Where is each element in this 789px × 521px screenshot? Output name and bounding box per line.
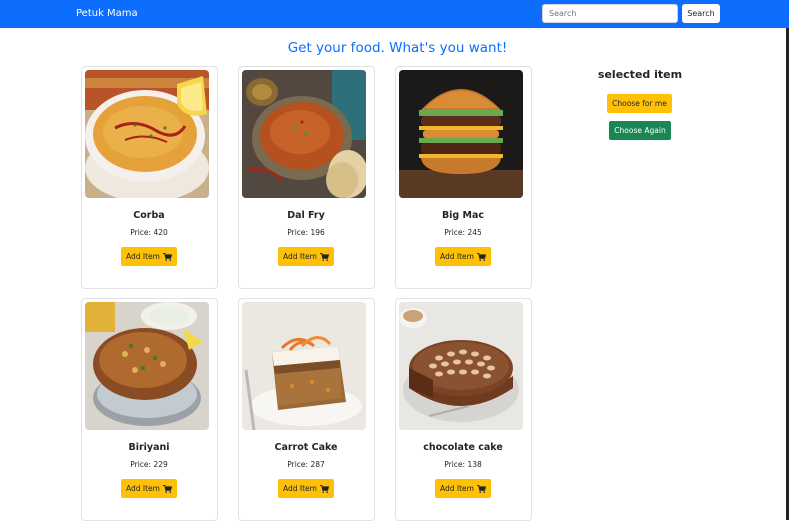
add-item-label: Add Item: [283, 252, 317, 261]
brand-link[interactable]: Petuk Mama: [76, 8, 138, 19]
food-name: Big Mac: [441, 210, 485, 221]
food-image: [242, 70, 366, 198]
add-item-button[interactable]: Add Item: [278, 247, 334, 266]
food-price: Price: 138: [444, 460, 482, 469]
choose-for-me-button[interactable]: Choose for me: [607, 94, 672, 113]
add-item-button[interactable]: Add Item: [121, 479, 177, 498]
food-card: chocolate cake Price: 138 Add Item: [395, 298, 532, 521]
food-card: Big Mac Price: 245 Add Item: [395, 66, 532, 289]
food-image: [85, 302, 209, 430]
food-card: Carrot Cake Price: 287 Add Item: [238, 298, 375, 521]
add-item-button[interactable]: Add Item: [435, 479, 491, 498]
add-item-label: Add Item: [126, 484, 160, 493]
food-price: Price: 196: [287, 228, 325, 237]
food-name: Carrot Cake: [274, 442, 338, 453]
food-price: Price: 245: [444, 228, 482, 237]
search-input[interactable]: [542, 4, 678, 23]
add-item-label: Add Item: [440, 252, 474, 261]
selected-item-title: selected item: [597, 68, 683, 81]
navbar: Petuk Mama Search: [0, 0, 789, 28]
food-card: Dal Fry Price: 196 Add Item: [238, 66, 375, 289]
cart-icon: [163, 484, 172, 493]
cart-icon: [320, 484, 329, 493]
food-price: Price: 229: [130, 460, 168, 469]
food-name: Biriyani: [128, 442, 170, 453]
add-item-label: Add Item: [126, 252, 160, 261]
food-image: [85, 70, 209, 198]
add-item-button[interactable]: Add Item: [121, 247, 177, 266]
food-image: [399, 70, 523, 198]
add-item-button[interactable]: Add Item: [435, 247, 491, 266]
food-price: Price: 287: [287, 460, 325, 469]
cart-icon: [477, 252, 486, 261]
add-item-label: Add Item: [283, 484, 317, 493]
food-card: Biriyani Price: 229 Add Item: [81, 298, 218, 521]
page-headline: Get your food. What's you want!: [287, 40, 508, 56]
food-image: [242, 302, 366, 430]
food-name: chocolate cake: [423, 442, 503, 453]
search-button[interactable]: Search: [682, 4, 720, 23]
cart-icon: [477, 484, 486, 493]
food-card: Corba Price: 420 Add Item: [81, 66, 218, 289]
cart-icon: [163, 252, 172, 261]
food-name: Dal Fry: [287, 210, 325, 221]
choose-again-button[interactable]: Choose Again: [609, 121, 671, 140]
cart-icon: [320, 252, 329, 261]
add-item-button[interactable]: Add Item: [278, 479, 334, 498]
food-name: Corba: [133, 210, 165, 221]
add-item-label: Add Item: [440, 484, 474, 493]
food-price: Price: 420: [130, 228, 168, 237]
food-image: [399, 302, 523, 430]
